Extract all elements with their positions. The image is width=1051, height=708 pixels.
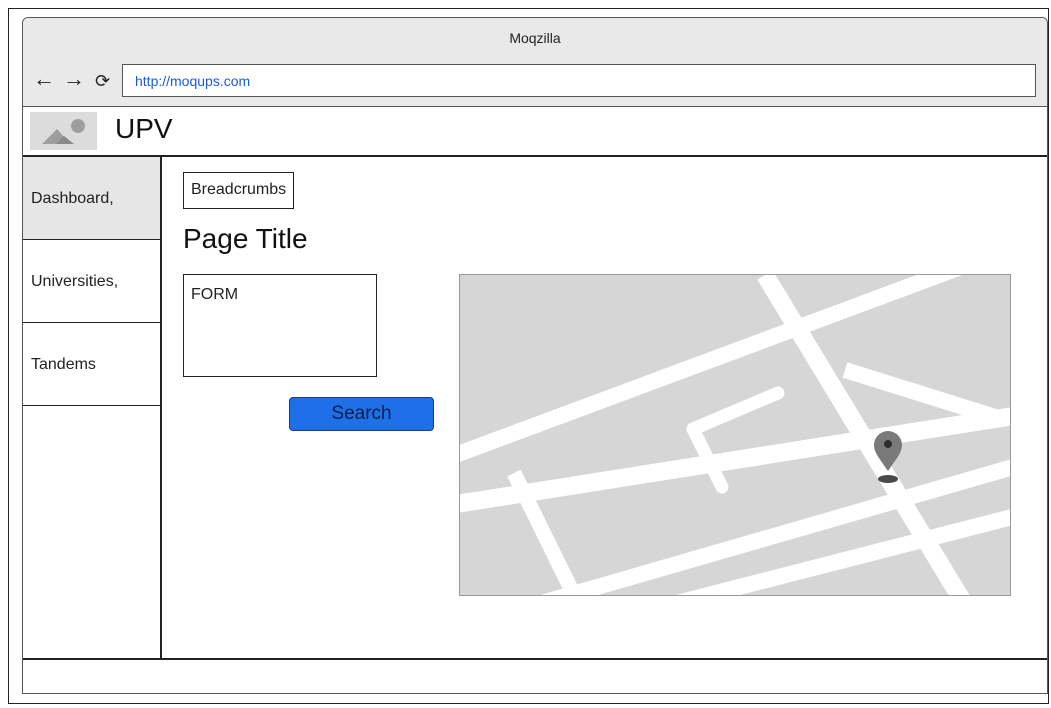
form-box[interactable]: FORM (183, 274, 377, 377)
map-widget[interactable] (459, 274, 1011, 596)
sidebar-item-universities[interactable]: Universities, (23, 240, 160, 323)
sidebar-item-tandems[interactable]: Tandems (23, 323, 160, 406)
search-button[interactable]: Search (289, 397, 434, 431)
breadcrumb[interactable]: Breadcrumbs (183, 172, 295, 209)
reload-icon[interactable]: ⟳ (95, 70, 110, 92)
page-title: Page Title (183, 223, 308, 254)
address-bar[interactable]: http://moqups.com (122, 64, 1036, 97)
sidebar: Dashboard, Universities, Tandems (23, 157, 162, 658)
window-title: Moqzilla (509, 30, 561, 46)
page-footer (23, 658, 1047, 693)
forward-arrow-icon[interactable]: → (63, 68, 85, 90)
browser-chrome: Moqzilla ← → ⟳ http://moqups.com (23, 18, 1047, 107)
sidebar-item-dashboard[interactable]: Dashboard, (23, 157, 160, 240)
image-placeholder-icon (30, 112, 97, 150)
app-header: UPV (23, 107, 1047, 157)
browser-window: Moqzilla ← → ⟳ http://moqups.com UPV Das… (22, 17, 1048, 694)
map-roads (460, 275, 1010, 595)
back-arrow-icon[interactable]: ← (33, 68, 55, 90)
brand-name: UPV (115, 113, 173, 144)
main-content: Breadcrumbs Page Title FORM Search (162, 157, 1047, 658)
